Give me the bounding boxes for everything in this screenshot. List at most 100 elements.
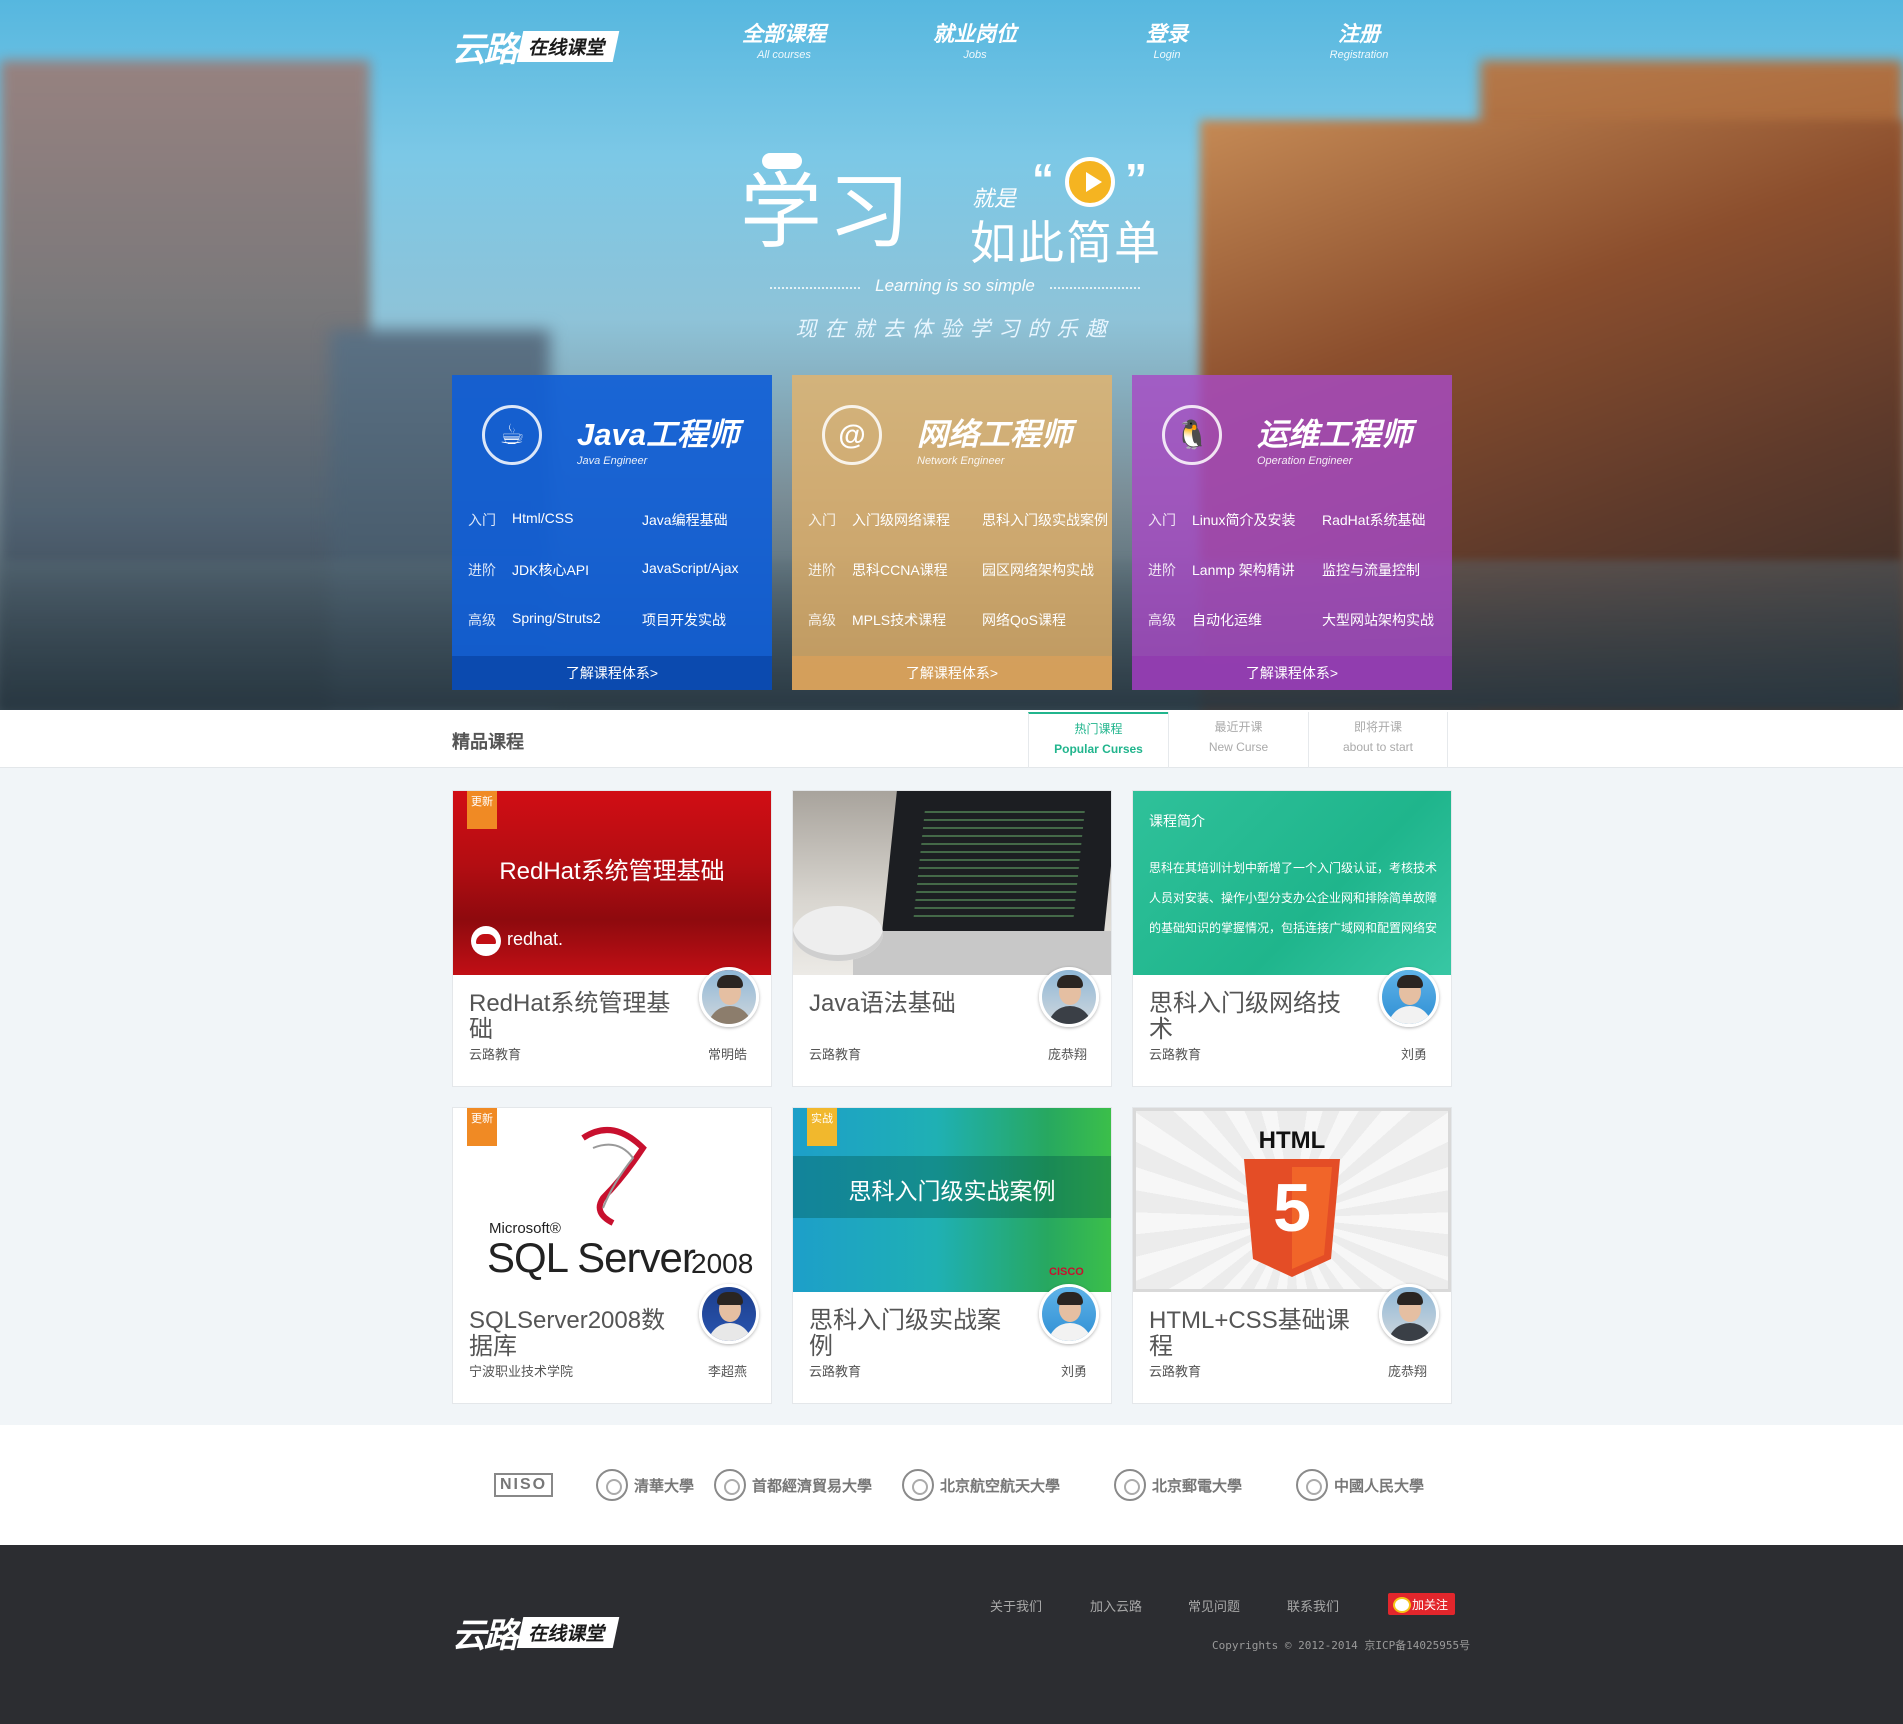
tab-new[interactable]: 最近开课 New Curse <box>1168 712 1308 768</box>
course-link[interactable]: 园区网络架构实战 <box>982 560 1094 580</box>
partner-name: 北京郵電大學 <box>1152 1477 1243 1495</box>
badge-ribbon: 更新 <box>467 791 497 829</box>
category-subtitle: Operation Engineer <box>1257 455 1353 467</box>
thumb-title: 思科入门级实战案例 <box>848 1178 1056 1204</box>
category-row: 高级 自动化运维 大型网站架构实战 <box>1148 610 1448 634</box>
category-title: Java工程师 <box>577 417 739 452</box>
learn-more-link[interactable]: 了解课程体系> <box>792 656 1112 690</box>
category-row: 入门 Linux简介及安装 RadHat系统基础 <box>1148 510 1448 534</box>
copyright: Copyrights © 2012-2014 京ICP备14025955号 <box>1212 1639 1471 1652</box>
course-link[interactable]: Java编程基础 <box>642 510 728 530</box>
course-card[interactable]: Java语法基础 云路教育 庞恭翔 <box>792 790 1112 1087</box>
course-teacher: 庞恭翔 <box>1047 1047 1087 1062</box>
course-link[interactable]: 思科CCNA课程 <box>852 560 948 580</box>
thumb-version: 2008 <box>691 1248 754 1279</box>
partner-logo[interactable]: 首都經濟貿易大學 <box>714 1468 872 1502</box>
course-link[interactable]: 监控与流量控制 <box>1322 560 1420 580</box>
thumb-title: HTML <box>1258 1127 1326 1154</box>
footer-link-faq[interactable]: 常见问题 <box>1188 1596 1240 1615</box>
course-teacher: 常明皓 <box>707 1047 747 1062</box>
nav-login[interactable]: 登录 Login <box>1092 18 1242 61</box>
nav-all-courses[interactable]: 全部课程 All courses <box>709 18 859 61</box>
footer-logo[interactable]: 云路 在线课堂 <box>452 1608 620 1657</box>
course-link[interactable]: Html/CSS <box>512 510 573 526</box>
weibo-follow-button[interactable]: 加关注 <box>1388 1593 1456 1615</box>
course-link[interactable]: 网络QoS课程 <box>982 610 1066 630</box>
partner-name: 中國人民大學 <box>1334 1477 1425 1495</box>
course-card[interactable]: 课程简介 思科在其培训计划中新增了一个入门级认证，考核技术人员对安装、操作小型分… <box>1132 790 1452 1087</box>
partner-logo[interactable]: 北京航空航天大學 <box>902 1468 1060 1502</box>
nav-jobs[interactable]: 就业岗位 Jobs <box>900 18 1050 61</box>
nav-register[interactable]: 注册 Registration <box>1284 18 1434 61</box>
footer-link-join[interactable]: 加入云路 <box>1090 1596 1142 1615</box>
course-title[interactable]: HTML+CSS基础课程 <box>1149 1308 1364 1360</box>
category-header: @ 网络工程师 Network Engineer <box>792 375 1112 490</box>
nav-sublabel: All courses <box>757 49 811 61</box>
partner-logo[interactable]: 清華大學 <box>596 1468 694 1502</box>
avatar <box>1379 967 1439 1027</box>
footer-link-contact[interactable]: 联系我们 <box>1287 1596 1339 1615</box>
site-logo[interactable]: 云路 在线课堂 <box>452 22 620 71</box>
nav-label: 全部课程 <box>742 23 826 46</box>
course-teacher: 李超燕 <box>707 1364 747 1379</box>
thumb-title: RedHat系统管理基础 <box>499 858 725 885</box>
logo-tag: 在线课堂 <box>516 31 620 62</box>
play-icon <box>1065 157 1115 207</box>
quote-left-icon: “ <box>1032 155 1054 204</box>
course-link[interactable]: 思科入门级实战案例 <box>982 510 1108 530</box>
tab-popular[interactable]: 热门课程 Popular Curses <box>1028 712 1168 768</box>
course-thumbnail <box>793 791 1111 975</box>
level-label: 高级 <box>468 612 496 628</box>
course-title[interactable]: Java语法基础 <box>809 991 1024 1017</box>
course-card[interactable]: RedHat系统管理基础 redhat. 更新 RedHat系统管理基础 云路教… <box>452 790 772 1087</box>
category-row: 高级 Spring/Struts2 项目开发实战 <box>468 610 768 634</box>
course-org: 宁波职业技术学院 <box>469 1364 574 1379</box>
coffee-cup-icon <box>793 906 883 961</box>
laptop-screen <box>881 791 1111 941</box>
category-card-java[interactable]: ☕ Java工程师 Java Engineer 入门 Html/CSS Java… <box>452 375 772 690</box>
course-thumbnail: 思科入门级实战案例 CISCO <box>793 1108 1111 1292</box>
tab-upcoming[interactable]: 即将开课 about to start <box>1308 712 1448 768</box>
nav-label: 就业岗位 <box>933 23 1017 46</box>
partner-name: NISO <box>494 1473 554 1497</box>
course-title[interactable]: RedHat系统管理基础 <box>469 991 684 1043</box>
partner-logo[interactable]: 中國人民大學 <box>1296 1468 1424 1502</box>
avatar <box>1379 1284 1439 1344</box>
course-title[interactable]: 思科入门级网络技术 <box>1149 991 1364 1043</box>
learn-more-link[interactable]: 了解课程体系> <box>452 656 772 690</box>
learn-more-link[interactable]: 了解课程体系> <box>1132 656 1452 690</box>
category-row: 高级 MPLS技术课程 网络QoS课程 <box>808 610 1108 634</box>
category-title: 运维工程师 <box>1257 417 1412 452</box>
hero-slogan: 学习 就是 “ ” 如此简单 <box>740 145 1170 269</box>
category-header: ☕ Java工程师 Java Engineer <box>452 375 772 490</box>
avatar <box>1039 1284 1099 1344</box>
course-link[interactable]: Spring/Struts2 <box>512 610 601 626</box>
course-title[interactable]: SQLServer2008数据库 <box>469 1308 684 1360</box>
course-link[interactable]: 自动化运维 <box>1192 610 1262 630</box>
course-title[interactable]: 思科入门级实战案例 <box>809 1308 1024 1360</box>
course-link[interactable]: Linux简介及安装 <box>1192 510 1295 530</box>
slogan-small-2: 如此简单 <box>970 217 1162 269</box>
at-sign-icon: @ <box>822 405 882 465</box>
level-label: 入门 <box>468 512 496 528</box>
course-link[interactable]: JDK核心API <box>512 560 589 580</box>
course-link[interactable]: 项目开发实战 <box>642 610 726 630</box>
partner-logo[interactable]: NISO <box>494 1468 554 1502</box>
category-card-ops[interactable]: 🐧 运维工程师 Operation Engineer 入门 Linux简介及安装… <box>1132 375 1452 690</box>
course-link[interactable]: RadHat系统基础 <box>1322 510 1425 530</box>
course-link[interactable]: 入门级网络课程 <box>852 510 950 530</box>
course-org: 云路教育 <box>809 1047 862 1062</box>
course-link[interactable]: 大型网站架构实战 <box>1322 610 1434 630</box>
category-card-network[interactable]: @ 网络工程师 Network Engineer 入门 入门级网络课程 思科入门… <box>792 375 1112 690</box>
footer-link-about[interactable]: 关于我们 <box>990 1596 1042 1615</box>
course-link[interactable]: JavaScript/Ajax <box>642 560 738 576</box>
level-label: 进阶 <box>468 562 496 578</box>
course-card[interactable]: Microsoft® SQL Server 2008 更新 SQLServer2… <box>452 1107 772 1404</box>
java-cup-icon: ☕ <box>482 405 542 465</box>
course-card[interactable]: HTML 5 HTML+CSS基础课程 云路教育 庞恭翔 <box>1132 1107 1452 1404</box>
course-link[interactable]: Lanmp 架构精讲 <box>1192 560 1295 580</box>
course-card[interactable]: 思科入门级实战案例 CISCO 实战 思科入门级实战案例 云路教育 刘勇 <box>792 1107 1112 1404</box>
university-seal-icon <box>902 1469 934 1501</box>
course-link[interactable]: MPLS技术课程 <box>852 610 946 630</box>
partner-logo[interactable]: 北京郵電大學 <box>1114 1468 1242 1502</box>
